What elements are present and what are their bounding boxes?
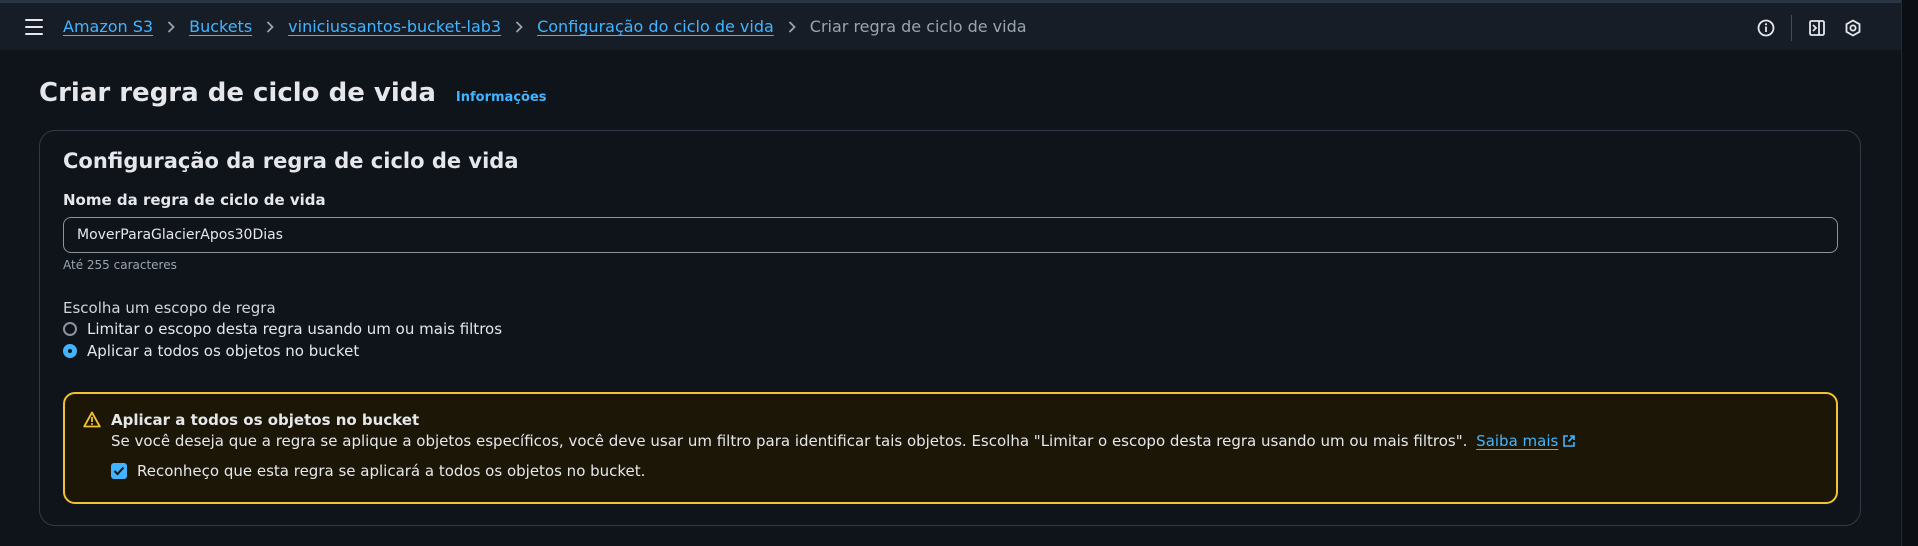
learn-more-label: Saiba mais bbox=[1476, 432, 1559, 450]
breadcrumb-amazon-s3[interactable]: Amazon S3 bbox=[63, 17, 153, 36]
alert-message-text: Se você deseja que a regra se aplique a … bbox=[111, 432, 1468, 450]
learn-more-link[interactable]: Saiba mais bbox=[1476, 432, 1576, 450]
scope-option-all-objects[interactable]: Aplicar a todos os objetos no bucket bbox=[63, 342, 359, 360]
scope-label: Escolha um escopo de regra bbox=[63, 299, 276, 317]
alert-title: Aplicar a todos os objetos no bucket bbox=[111, 411, 420, 429]
warning-alert: Aplicar a todos os objetos no bucket Se … bbox=[63, 392, 1838, 504]
page-scrollbar[interactable] bbox=[1901, 0, 1918, 546]
breadcrumb-lifecycle-config[interactable]: Configuração do ciclo de vida bbox=[537, 17, 774, 36]
breadcrumb: Amazon S3 Buckets viniciussantos-bucket-… bbox=[63, 17, 1027, 36]
page-title: Criar regra de ciclo de vida bbox=[39, 78, 436, 108]
external-link-icon bbox=[1562, 434, 1576, 452]
scope-option-filters[interactable]: Limitar o escopo desta regra usando um o… bbox=[63, 320, 502, 338]
info-link[interactable]: Informações bbox=[456, 90, 547, 105]
settings-hex-icon[interactable] bbox=[1842, 17, 1864, 39]
top-navigation-bar: Amazon S3 Buckets viniciussantos-bucket-… bbox=[0, 0, 1902, 50]
hamburger-menu-icon[interactable] bbox=[25, 18, 43, 35]
breadcrumb-current: Criar regra de ciclo de vida bbox=[809, 17, 1027, 36]
acknowledge-checkbox-row[interactable]: Reconheço que esta regra se aplicará a t… bbox=[111, 462, 645, 480]
warning-triangle-icon bbox=[83, 411, 101, 432]
section-title: Configuração da regra de ciclo de vida bbox=[63, 149, 519, 173]
radio-selected[interactable] bbox=[63, 344, 77, 358]
rule-name-input[interactable] bbox=[63, 217, 1838, 253]
page-header: Criar regra de ciclo de vida Informações bbox=[39, 78, 547, 108]
checkmark-icon bbox=[113, 466, 125, 476]
chevron-right-icon bbox=[515, 20, 523, 33]
breadcrumb-buckets[interactable]: Buckets bbox=[189, 17, 252, 36]
chevron-right-icon bbox=[266, 20, 274, 33]
breadcrumb-bucket-name[interactable]: viniciussantos-bucket-lab3 bbox=[288, 17, 501, 36]
chevron-right-icon bbox=[167, 20, 175, 33]
scope-option-label: Limitar o escopo desta regra usando um o… bbox=[87, 320, 503, 338]
chevron-right-icon bbox=[788, 20, 796, 33]
top-actions bbox=[1755, 15, 1864, 41]
info-icon[interactable] bbox=[1755, 17, 1777, 39]
scope-option-label: Aplicar a todos os objetos no bucket bbox=[87, 342, 360, 360]
radio-unselected[interactable] bbox=[63, 322, 77, 336]
divider bbox=[1791, 15, 1792, 41]
rule-name-hint: Até 255 caracteres bbox=[63, 258, 177, 272]
lifecycle-rule-config-panel: Configuração da regra de ciclo de vida N… bbox=[39, 130, 1861, 526]
notifications-panel-icon[interactable] bbox=[1806, 17, 1828, 39]
acknowledge-checkbox[interactable] bbox=[111, 463, 127, 479]
rule-name-label: Nome da regra de ciclo de vida bbox=[63, 191, 326, 209]
acknowledge-label: Reconheço que esta regra se aplicará a t… bbox=[137, 462, 646, 480]
alert-message: Se você deseja que a regra se aplique a … bbox=[111, 432, 1576, 452]
